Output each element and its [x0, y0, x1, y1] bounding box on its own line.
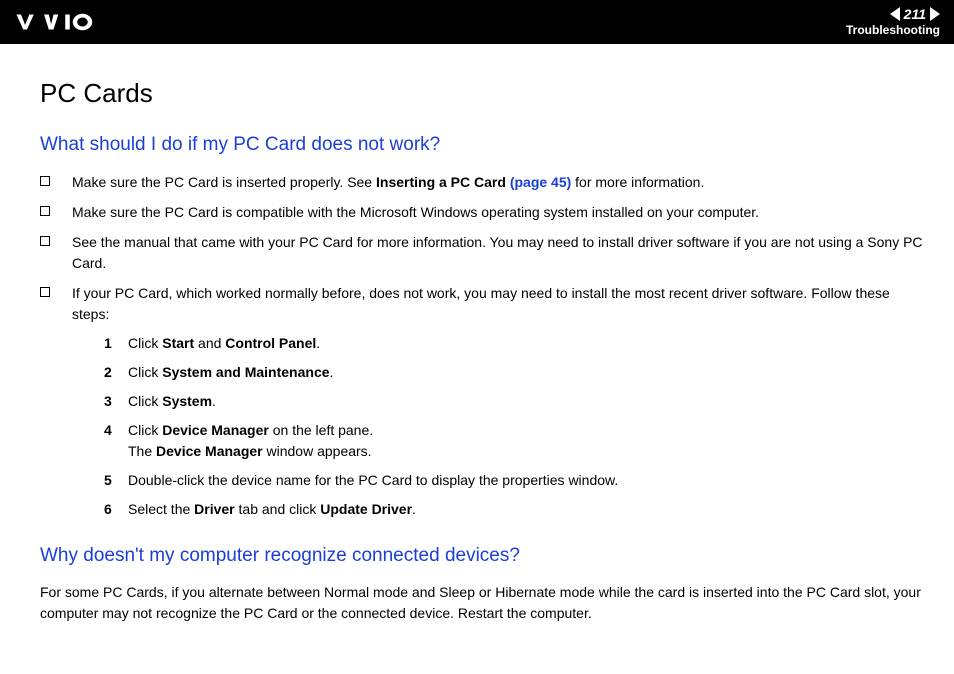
list-item: If your PC Card, which worked normally b…: [40, 283, 924, 528]
text-run: Click: [128, 364, 162, 380]
step-text: Click Start and Control Panel.: [128, 333, 924, 354]
header-right: 211 Troubleshooting: [846, 7, 940, 38]
step-text: Click System and Maintenance.: [128, 362, 924, 383]
text-run: The: [128, 443, 156, 459]
list-item: Make sure the PC Card is inserted proper…: [40, 172, 924, 193]
step-number: 6: [104, 499, 128, 520]
text-run: .: [330, 364, 334, 380]
step-text: Select the Driver tab and click Update D…: [128, 499, 924, 520]
text-run: on the left pane.: [269, 422, 373, 438]
page-link[interactable]: (page 45): [510, 174, 571, 190]
prev-page-icon[interactable]: [890, 7, 900, 21]
bullet-text: Make sure the PC Card is compatible with…: [72, 202, 924, 223]
bullet-text: If your PC Card, which worked normally b…: [72, 283, 924, 528]
bullet-list: Make sure the PC Card is inserted proper…: [40, 172, 924, 528]
text-bold: System and Maintenance: [162, 364, 329, 380]
text-bold: Inserting a PC Card: [376, 174, 510, 190]
text-bold: Driver: [194, 501, 234, 517]
bullet-icon: [40, 206, 50, 216]
bullet-icon: [40, 176, 50, 186]
step-text: Double-click the device name for the PC …: [128, 470, 924, 491]
step-number: 5: [104, 470, 128, 491]
text-run: .: [212, 393, 216, 409]
text-run: Select the: [128, 501, 194, 517]
text-run: for more information.: [571, 174, 704, 190]
question-1-heading: What should I do if my PC Card does not …: [40, 131, 924, 160]
step-item: 6Select the Driver tab and click Update …: [104, 499, 924, 520]
bullet-text: See the manual that came with your PC Ca…: [72, 232, 924, 274]
step-item: 4Click Device Manager on the left pane. T…: [104, 420, 924, 462]
bullet-icon: [40, 287, 50, 297]
text-bold: System: [162, 393, 212, 409]
question-2-heading: Why doesn't my computer recognize connec…: [40, 542, 924, 571]
text-bold: Device Manager: [162, 422, 269, 438]
page-content: PC Cards What should I do if my PC Card …: [0, 44, 954, 654]
vaio-logo: [14, 13, 124, 31]
text-bold: Update Driver: [320, 501, 412, 517]
text-run: tab and click: [235, 501, 321, 517]
text-run: Click: [128, 422, 162, 438]
step-item: 5Double-click the device name for the PC…: [104, 470, 924, 491]
step-number: 1: [104, 333, 128, 354]
text-bold: Device Manager: [156, 443, 263, 459]
step-number: 3: [104, 391, 128, 412]
page-number: 211: [902, 7, 928, 22]
text-run: If your PC Card, which worked normally b…: [72, 285, 890, 322]
step-number: 4: [104, 420, 128, 441]
step-item: 1Click Start and Control Panel.: [104, 333, 924, 354]
text-bold: Control Panel: [225, 335, 316, 351]
text-run: Make sure the PC Card is inserted proper…: [72, 174, 376, 190]
page-title: PC Cards: [40, 74, 924, 113]
list-item: Make sure the PC Card is compatible with…: [40, 202, 924, 223]
header-bar: 211 Troubleshooting: [0, 0, 954, 44]
page-nav: 211: [890, 7, 940, 22]
step-text: Click Device Manager on the left pane. Th…: [128, 420, 924, 462]
text-bold: Start: [162, 335, 194, 351]
step-text: Click System.: [128, 391, 924, 412]
step-item: 2Click System and Maintenance.: [104, 362, 924, 383]
bullet-icon: [40, 236, 50, 246]
next-page-icon[interactable]: [930, 7, 940, 21]
bullet-text: Make sure the PC Card is inserted proper…: [72, 172, 924, 193]
section-label: Troubleshooting: [846, 24, 940, 37]
text-run: .: [316, 335, 320, 351]
text-run: Click: [128, 335, 162, 351]
step-item: 3Click System.: [104, 391, 924, 412]
step-number: 2: [104, 362, 128, 383]
body-paragraph: For some PC Cards, if you alternate betw…: [40, 582, 924, 624]
text-run: and: [194, 335, 225, 351]
text-run: window appears.: [263, 443, 372, 459]
step-list: 1Click Start and Control Panel. 2Click S…: [104, 333, 924, 520]
list-item: See the manual that came with your PC Ca…: [40, 232, 924, 274]
text-run: .: [412, 501, 416, 517]
text-run: Click: [128, 393, 162, 409]
